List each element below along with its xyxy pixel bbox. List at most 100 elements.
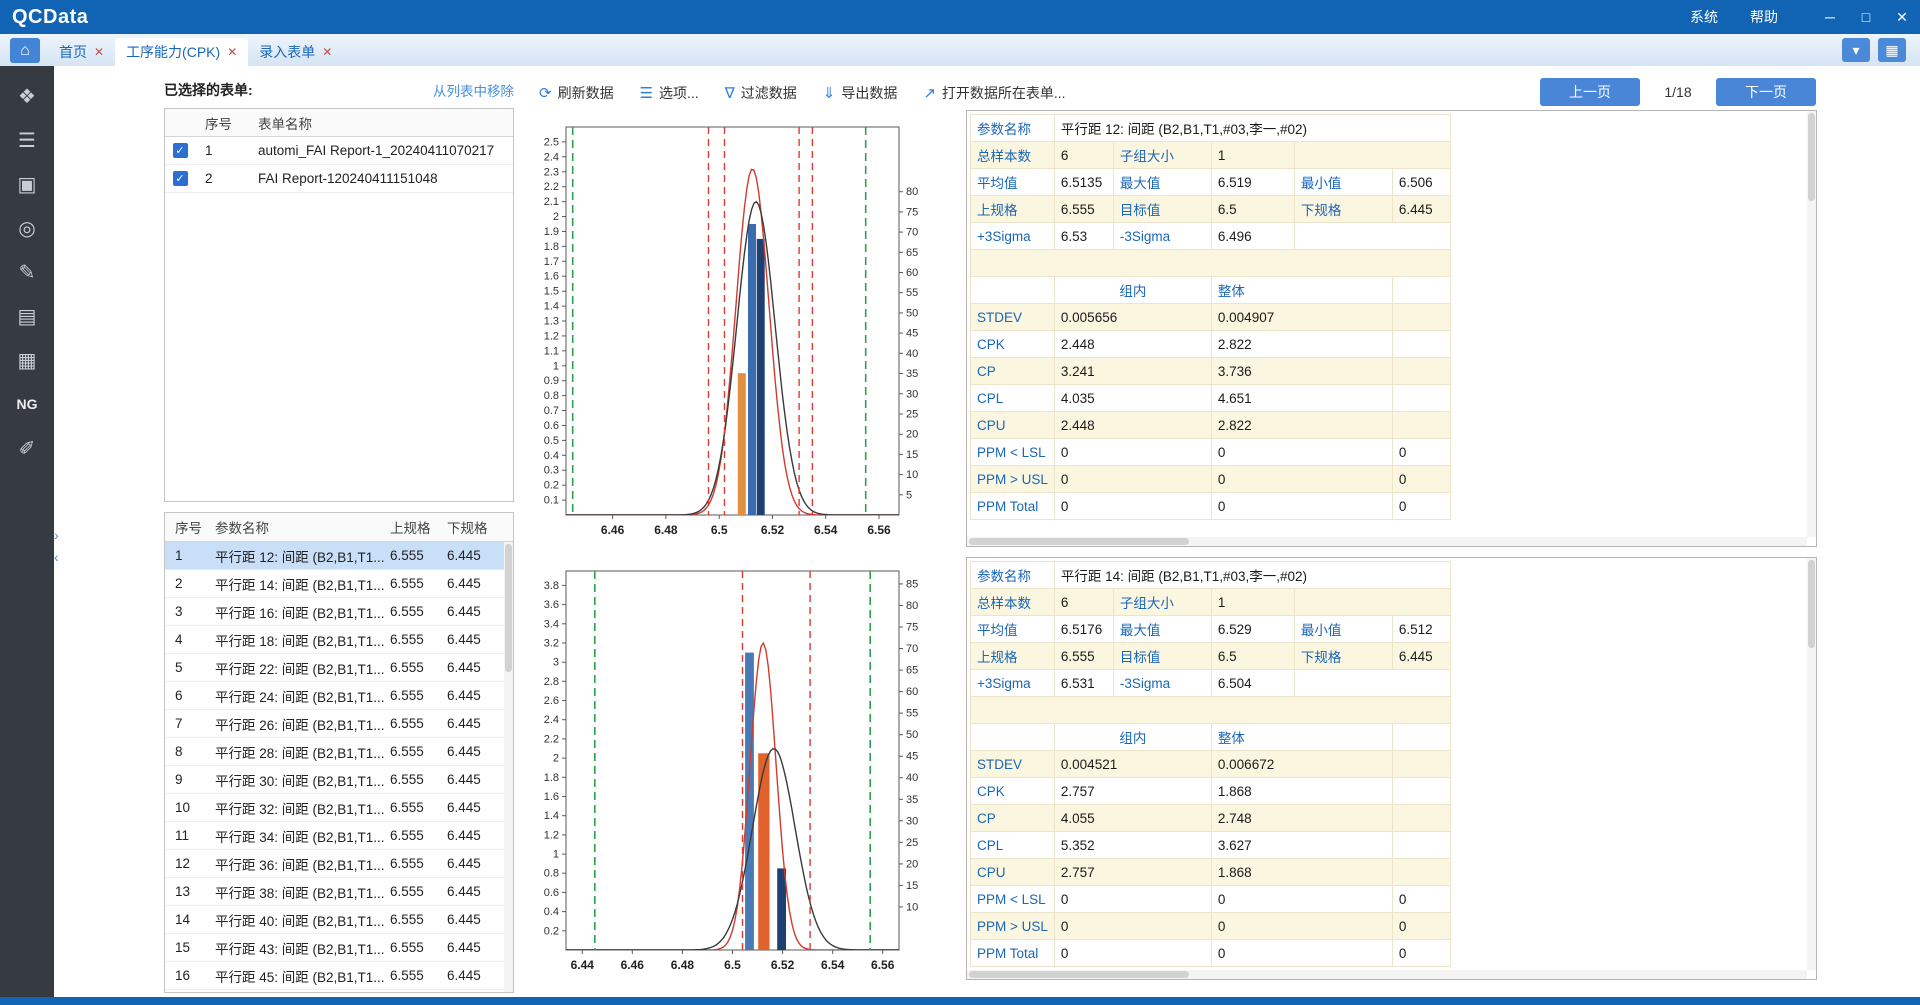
target-icon[interactable]: ◎ — [7, 206, 47, 250]
stats-label: 参数名称 — [971, 115, 1055, 142]
svg-text:45: 45 — [906, 328, 918, 340]
home-tab-button[interactable]: ⌂ — [10, 38, 40, 63]
col-header-parameter-name: 参数名称 — [207, 517, 390, 537]
pencil-icon[interactable]: ✎ — [7, 250, 47, 294]
params-vertical-scrollbar[interactable] — [504, 542, 513, 992]
menu-help[interactable]: 帮助 — [1734, 7, 1794, 27]
form-list-item[interactable]: ✓1automi_FAI Report-1_20240411070217 — [165, 137, 513, 165]
next-page-button[interactable]: 下一页 — [1716, 78, 1816, 106]
col-header-usl: 上规格 — [390, 517, 447, 537]
maximize-button[interactable]: □ — [1848, 0, 1884, 34]
param-usl: 6.555 — [390, 744, 447, 759]
form-checkbox[interactable]: ✓ — [173, 171, 188, 186]
stats-empty-cell — [971, 697, 1451, 724]
stats-value: 0 — [1054, 913, 1211, 940]
stats-horizontal-scrollbar[interactable] — [967, 537, 1807, 546]
param-lsl: 6.445 — [447, 632, 501, 647]
collapse-panel-icon[interactable]: ‹ — [54, 550, 59, 564]
cube-icon[interactable]: ▣ — [7, 162, 47, 206]
parameter-row[interactable]: 2平行距 14: 间距 (B2,B1,T1...6.5556.445 — [165, 570, 513, 598]
svg-text:3.8: 3.8 — [544, 580, 559, 592]
parameter-row[interactable]: 3平行距 16: 间距 (B2,B1,T1...6.5556.445 — [165, 598, 513, 626]
parameter-row[interactable]: 15平行距 43: 间距 (B2,B1,T1...6.5556.445 — [165, 934, 513, 962]
form-no: 2 — [195, 171, 250, 186]
scrollbar-thumb[interactable] — [505, 544, 512, 672]
stats-empty-cell — [1392, 778, 1450, 805]
param-name: 平行距 16: 间距 (B2,B1,T1... — [207, 602, 390, 622]
stats-empty-cell — [1294, 589, 1450, 616]
parameter-row[interactable]: 12平行距 36: 间距 (B2,B1,T1...6.5556.445 — [165, 850, 513, 878]
parameter-row[interactable]: 14平行距 40: 间距 (B2,B1,T1...6.5556.445 — [165, 906, 513, 934]
minimize-button[interactable]: ─ — [1812, 0, 1848, 34]
menu-system[interactable]: 系统 — [1674, 7, 1734, 27]
parameter-row[interactable]: 10平行距 32: 间距 (B2,B1,T1...6.5556.445 — [165, 794, 513, 822]
svg-text:15: 15 — [906, 449, 918, 461]
param-usl: 6.555 — [390, 576, 447, 591]
image-icon[interactable]: ▦ — [7, 338, 47, 382]
tag-icon[interactable]: ❖ — [7, 74, 47, 118]
svg-text:55: 55 — [906, 287, 918, 299]
stats-label: CPL — [971, 832, 1055, 859]
parameter-row[interactable]: 13平行距 38: 间距 (B2,B1,T1...6.5556.445 — [165, 878, 513, 906]
stats-value: 0 — [1392, 913, 1450, 940]
brush-icon[interactable]: ✐ — [7, 426, 47, 470]
stats-empty-cell — [971, 277, 1055, 304]
remove-from-list-link[interactable]: 从列表中移除 — [433, 80, 514, 100]
svg-text:0.2: 0.2 — [544, 925, 559, 937]
ng-icon[interactable]: NG — [7, 382, 47, 426]
stats-horizontal-scrollbar[interactable] — [967, 970, 1807, 979]
tab-close-icon[interactable]: ✕ — [227, 45, 237, 59]
tab-close-icon[interactable]: ✕ — [322, 45, 332, 59]
open-source-form-button[interactable]: ↗打开数据所在表单... — [917, 79, 1071, 107]
stats-vertical-scrollbar[interactable] — [1807, 111, 1816, 537]
scrollbar-thumb[interactable] — [969, 538, 1189, 545]
param-no: 10 — [165, 800, 207, 815]
svg-text:1.6: 1.6 — [544, 271, 559, 283]
scrollbar-thumb[interactable] — [969, 971, 1189, 978]
parameter-row[interactable]: 6平行距 24: 间距 (B2,B1,T1...6.5556.445 — [165, 682, 513, 710]
scrollbar-thumb[interactable] — [1808, 113, 1815, 201]
tab-cpk[interactable]: 工序能力(CPK)✕ — [115, 38, 248, 66]
tab-scroll-button[interactable]: ▾ — [1842, 38, 1870, 62]
tab-close-icon[interactable]: ✕ — [94, 45, 104, 59]
tab-home[interactable]: 首页✕ — [48, 38, 115, 66]
tab-list-button[interactable]: ▦ — [1878, 38, 1906, 62]
parameter-row[interactable]: 9平行距 30: 间距 (B2,B1,T1...6.5556.445 — [165, 766, 513, 794]
sliders-icon[interactable]: ☰ — [7, 118, 47, 162]
export-data-button[interactable]: ⇓导出数据 — [817, 79, 904, 107]
stats-vertical-scrollbar[interactable] — [1807, 558, 1816, 970]
form-list-item[interactable]: ✓2FAI Report-120240411151048 — [165, 165, 513, 193]
svg-text:2.4: 2.4 — [544, 151, 559, 163]
filter-data-button[interactable]: ∇过滤数据 — [719, 79, 803, 107]
parameter-row[interactable]: 7平行距 26: 间距 (B2,B1,T1...6.5556.445 — [165, 710, 513, 738]
stats-empty-cell — [1294, 670, 1450, 697]
param-no: 11 — [165, 828, 207, 843]
parameter-row[interactable]: 16平行距 45: 间距 (B2,B1,T1...6.5556.445 — [165, 962, 513, 990]
stats-row: PPM < LSL000 — [971, 886, 1451, 913]
parameter-row[interactable]: 5平行距 22: 间距 (B2,B1,T1...6.5556.445 — [165, 654, 513, 682]
stats-value: 6.496 — [1211, 223, 1294, 250]
parameter-row[interactable]: 8平行距 28: 间距 (B2,B1,T1...6.5556.445 — [165, 738, 513, 766]
toolbar-button-label: 过滤数据 — [741, 83, 797, 103]
tab-input-form[interactable]: 录入表单✕ — [248, 38, 343, 66]
stats-row: PPM > USL000 — [971, 913, 1451, 940]
param-usl: 6.555 — [390, 912, 447, 927]
stats-label: 最小值 — [1294, 169, 1392, 196]
expand-panel-icon[interactable]: › — [54, 528, 59, 542]
scrollbar-thumb[interactable] — [1808, 560, 1815, 648]
stats-value: 4.035 — [1054, 385, 1211, 412]
form-checkbox[interactable]: ✓ — [173, 143, 188, 158]
options-button[interactable]: ☰选项... — [634, 79, 705, 107]
refresh-data-button[interactable]: ⟳刷新数据 — [533, 79, 620, 107]
form-edit-icon[interactable]: ▤ — [7, 294, 47, 338]
stats-value: 6.531 — [1054, 670, 1113, 697]
stats-row: CP4.0552.748 — [971, 805, 1451, 832]
stats-value: 6.506 — [1392, 169, 1450, 196]
close-button[interactable]: ✕ — [1884, 0, 1920, 34]
svg-text:2: 2 — [553, 753, 559, 765]
parameter-row[interactable]: 1平行距 12: 间距 (B2,B1,T1...6.5556.445 — [165, 542, 513, 570]
parameter-row[interactable]: 4平行距 18: 间距 (B2,B1,T1...6.5556.445 — [165, 626, 513, 654]
prev-page-button[interactable]: 上一页 — [1540, 78, 1640, 106]
parameter-row[interactable]: 11平行距 34: 间距 (B2,B1,T1...6.5556.445 — [165, 822, 513, 850]
param-lsl: 6.445 — [447, 604, 501, 619]
